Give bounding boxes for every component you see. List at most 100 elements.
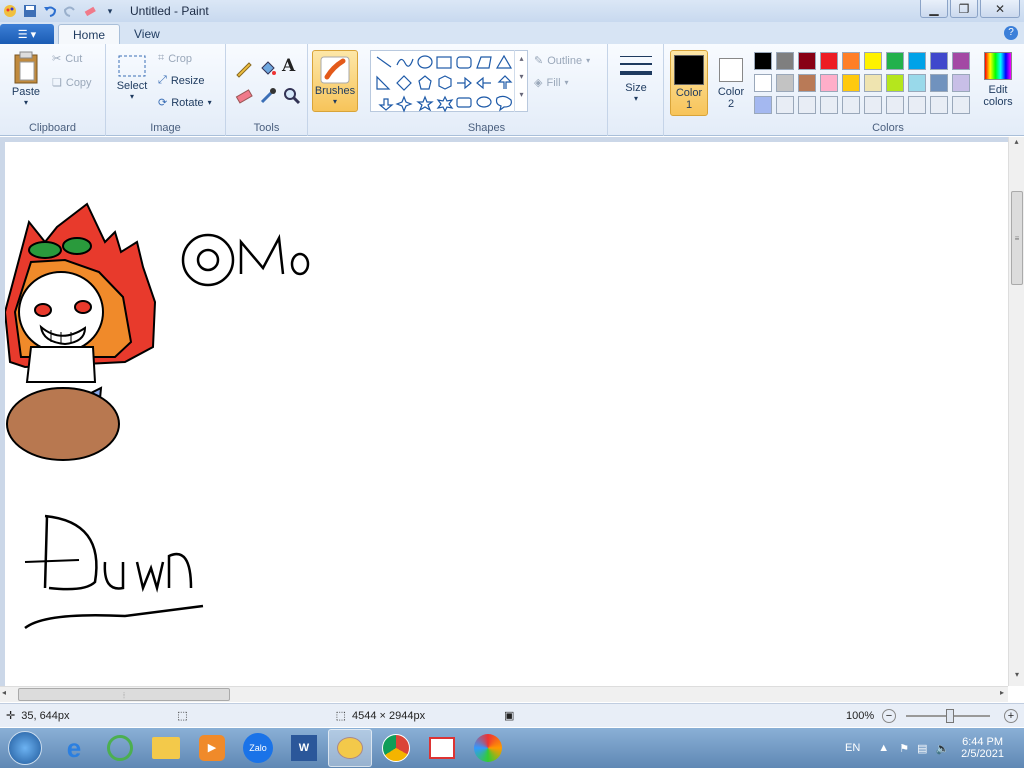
palette-swatch[interactable] <box>864 96 882 114</box>
color1-button[interactable]: Color 1 <box>670 50 708 116</box>
palette-swatch[interactable] <box>908 96 926 114</box>
select-button[interactable]: Select ▾ <box>114 54 150 101</box>
palette-swatch[interactable] <box>886 96 904 114</box>
shapes-scroll[interactable]: ▴ ▾ ▾ <box>514 50 528 112</box>
file-size-icon: ▣ <box>504 710 515 722</box>
network-icon[interactable]: ▤ <box>917 742 927 755</box>
palette-swatch[interactable] <box>754 52 772 70</box>
fill-button[interactable]: ◈ Fill ▾ <box>534 76 569 90</box>
tab-view[interactable]: View <box>120 24 174 44</box>
size-button[interactable]: Size ▾ <box>618 52 654 103</box>
palette-swatch[interactable] <box>798 74 816 92</box>
taskbar-chrome[interactable] <box>374 729 418 767</box>
scroll-down-arrow[interactable]: ▾ <box>1009 670 1024 686</box>
minimize-button[interactable]: ▁ <box>920 0 948 18</box>
color2-button[interactable]: Color 2 <box>712 50 750 116</box>
palette-swatch[interactable] <box>886 52 904 70</box>
palette-swatch[interactable] <box>842 52 860 70</box>
palette-swatch[interactable] <box>820 74 838 92</box>
shapes-gallery[interactable] <box>370 50 528 113</box>
color-picker-icon[interactable] <box>258 86 278 106</box>
clock-date: 2/5/2021 <box>961 748 1004 760</box>
start-button[interactable] <box>0 729 50 767</box>
taskbar-zalo[interactable]: Zalo <box>236 729 280 767</box>
cut-button[interactable]: ✂ Cut <box>52 52 82 66</box>
palette-swatch[interactable] <box>908 74 926 92</box>
copy-button[interactable]: ❏ Copy <box>52 76 92 90</box>
show-hidden-icons[interactable]: ▲ <box>878 742 889 754</box>
palette-swatch[interactable] <box>952 96 970 114</box>
palette-swatch[interactable] <box>930 96 948 114</box>
palette-swatch[interactable] <box>930 52 948 70</box>
zoom-out-button[interactable]: − <box>882 708 896 723</box>
resize-button[interactable]: ⤢ Resize <box>158 74 204 87</box>
fill-bucket-icon[interactable] <box>258 58 278 78</box>
crop-icon: ⌗ <box>158 52 165 64</box>
grid-app-icon <box>429 737 455 759</box>
taskbar-paint[interactable] <box>328 729 372 767</box>
taskbar-ie[interactable]: e <box>52 729 96 767</box>
scroll-up-arrow[interactable]: ▴ <box>1009 137 1024 153</box>
horizontal-scrollbar[interactable]: ◂ ⦙ ▸ <box>0 686 1008 702</box>
taskbar-explorer[interactable] <box>144 729 188 767</box>
language-indicator[interactable]: EN <box>845 742 860 754</box>
outline-button[interactable]: ✎ Outline ▾ <box>534 54 590 68</box>
clock[interactable]: 6:44 PM 2/5/2021 <box>961 736 1004 760</box>
palette-swatch[interactable] <box>798 96 816 114</box>
volume-icon[interactable]: 🔈 <box>935 742 949 755</box>
palette-swatch[interactable] <box>842 96 860 114</box>
palette-swatch[interactable] <box>930 74 948 92</box>
vertical-scroll-thumb[interactable]: ≡ <box>1011 191 1023 285</box>
color-selection-group: Color 1 Color 2 <box>664 44 752 136</box>
taskbar-app-red[interactable] <box>420 729 464 767</box>
paint-menu-button[interactable]: ☰ ▾ <box>0 24 54 44</box>
taskbar-word[interactable]: W <box>282 729 326 767</box>
rotate-button[interactable]: ⟳ Rotate ▾ <box>158 96 212 110</box>
palette-swatch[interactable] <box>952 74 970 92</box>
redo-icon[interactable] <box>62 3 78 19</box>
customize-qat-icon[interactable]: ▾ <box>102 3 118 19</box>
palette-swatch[interactable] <box>842 74 860 92</box>
eraser-qat-icon[interactable] <box>82 3 98 19</box>
palette-swatch[interactable] <box>776 52 794 70</box>
palette-swatch[interactable] <box>754 74 772 92</box>
pencil-icon[interactable] <box>234 58 254 78</box>
text-icon[interactable]: A <box>282 56 302 76</box>
help-icon[interactable]: ? <box>1004 26 1018 40</box>
taskbar-app-green[interactable] <box>98 729 142 767</box>
flag-icon[interactable]: ⚑ <box>899 742 909 755</box>
palette-swatch[interactable] <box>798 52 816 70</box>
brushes-button[interactable]: Brushes ▾ <box>312 50 358 112</box>
palette-swatch[interactable] <box>776 74 794 92</box>
scroll-left-arrow[interactable]: ◂ <box>2 688 6 697</box>
paint-app-icon[interactable] <box>2 3 18 19</box>
palette-swatch[interactable] <box>864 52 882 70</box>
taskbar-app-color[interactable] <box>466 729 510 767</box>
edit-colors-button[interactable]: Edit colors <box>976 52 1020 108</box>
palette-swatch[interactable] <box>820 96 838 114</box>
paste-button[interactable]: Paste ▾ <box>8 50 44 107</box>
restore-button[interactable]: ❐ <box>950 0 978 18</box>
drawing-canvas[interactable]: x <box>3 142 1008 686</box>
crop-button[interactable]: ⌗ Crop <box>158 52 192 65</box>
palette-swatch[interactable] <box>776 96 794 114</box>
magnifier-icon[interactable] <box>282 86 302 106</box>
palette-swatch[interactable] <box>952 52 970 70</box>
eraser-icon[interactable] <box>234 86 254 106</box>
undo-icon[interactable] <box>42 3 58 19</box>
palette-swatch[interactable] <box>864 74 882 92</box>
save-icon[interactable] <box>22 3 38 19</box>
close-button[interactable]: ✕ <box>980 0 1020 18</box>
zoom-in-button[interactable]: + <box>1004 708 1018 723</box>
palette-swatch[interactable] <box>820 52 838 70</box>
palette-swatch[interactable] <box>886 74 904 92</box>
vertical-scrollbar[interactable]: ▴ ≡ ▾ <box>1008 137 1024 686</box>
palette-swatch[interactable] <box>754 96 772 114</box>
chevron-down-icon: ▾ <box>332 97 337 106</box>
tab-home[interactable]: Home <box>58 24 121 44</box>
scroll-right-arrow[interactable]: ▸ <box>1000 688 1004 697</box>
zoom-slider-thumb[interactable] <box>946 709 954 723</box>
palette-swatch[interactable] <box>908 52 926 70</box>
taskbar-media[interactable]: ▶ <box>190 729 234 767</box>
horizontal-scroll-thumb[interactable]: ⦙ <box>18 688 230 701</box>
